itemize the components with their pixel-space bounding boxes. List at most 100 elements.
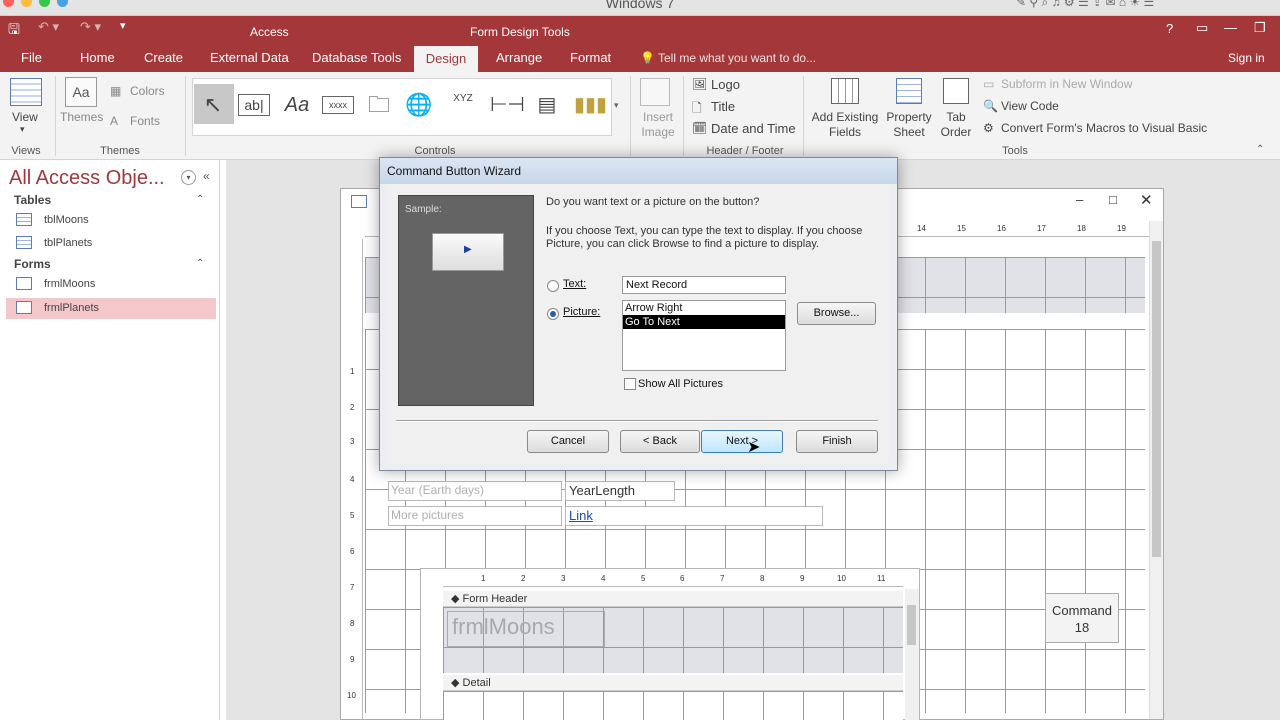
sign-in-link[interactable]: Sign in <box>1228 51 1265 65</box>
chart-icon[interactable]: ▮▮▮ <box>574 90 607 120</box>
tab-external-data[interactable]: External Data <box>210 50 289 65</box>
property-sheet-button[interactable]: Property Sheet <box>884 110 934 140</box>
subform-title-label[interactable]: frmlMoons <box>447 611 605 647</box>
picture-list-item[interactable]: Arrow Right <box>623 301 785 315</box>
text-value-input[interactable]: Next Record <box>622 276 786 294</box>
app-name: Access <box>250 25 289 39</box>
minimize-icon[interactable]: — <box>1224 20 1237 35</box>
field-label-more-pictures[interactable]: More pictures <box>388 506 562 526</box>
scrollbar-thumb[interactable] <box>1152 241 1161 557</box>
textbox-icon[interactable]: ab| <box>238 94 270 116</box>
view-icon[interactable] <box>10 78 42 106</box>
subform-scrollbar[interactable] <box>905 589 919 720</box>
colors-button[interactable]: Colors <box>130 84 165 98</box>
form-maximize-icon[interactable]: □ <box>1109 192 1117 207</box>
field-label-year[interactable]: Year (Earth days) <box>388 481 562 501</box>
customize-qat-icon[interactable]: ▾ <box>120 19 126 32</box>
nav-item-tblplanets[interactable]: tblPlanets <box>6 233 216 254</box>
nav-section-tables[interactable]: Tables <box>14 193 51 207</box>
command-18-button[interactable]: Command 18 <box>1045 593 1119 643</box>
add-existing-fields-button[interactable]: Add Existing Fields <box>811 110 879 140</box>
themes-button[interactable]: Themes <box>60 110 103 124</box>
next-button[interactable]: Next > <box>701 430 783 453</box>
tell-me-box[interactable]: Tell me what you want to do... <box>658 51 816 65</box>
save-icon[interactable]: 🖫 <box>8 19 20 43</box>
restore-icon[interactable]: ❐ <box>1254 20 1266 36</box>
themes-icon[interactable]: Aa <box>65 77 97 107</box>
collapse-ribbon-icon[interactable]: ⌃ <box>1256 144 1264 155</box>
os-window-title: Windows 7 <box>605 0 675 11</box>
tab-create[interactable]: Create <box>144 50 183 65</box>
collapse-forms-icon[interactable]: ⌃ <box>196 258 204 269</box>
undo-icon[interactable]: ↶ ▾ <box>38 19 59 35</box>
nav-section-forms[interactable]: Forms <box>14 257 51 271</box>
help-button[interactable]: ? <box>1166 21 1173 36</box>
header-footer-group-label: Header / Footer <box>706 145 784 157</box>
form-vertical-scrollbar[interactable] <box>1149 221 1163 719</box>
view-button[interactable]: View <box>12 110 38 124</box>
gallery-more-icon[interactable]: ▾ <box>614 100 619 111</box>
minimize-traffic-light[interactable] <box>21 0 32 7</box>
logo-button[interactable]: Logo <box>711 77 740 92</box>
subform-frmlmoons[interactable]: 1 2 3 4 5 6 7 8 9 10 11 ◆ Form Header fr… <box>420 568 920 720</box>
navigation-control-icon[interactable]: XYZ <box>448 84 478 114</box>
ribbon: View ▾ Views Aa Themes ▦ Colors A Fonts … <box>0 72 1280 160</box>
hyperlink-icon[interactable]: 🌐 <box>404 90 434 120</box>
picture-option-label[interactable]: Picture: <box>563 306 600 318</box>
picture-list-item-selected[interactable]: Go To Next <box>623 315 785 329</box>
nav-item-tblmoons[interactable]: tblMoons <box>6 210 216 231</box>
insert-image-icon[interactable] <box>640 78 670 106</box>
ribbon-display-icon[interactable]: ▭ <box>1196 20 1208 36</box>
tab-arrange[interactable]: Arrange <box>496 50 542 65</box>
select-pointer-icon[interactable]: ↖ <box>198 90 228 120</box>
fonts-icon[interactable]: A <box>110 114 118 128</box>
convert-macros-button[interactable]: Convert Form's Macros to Visual Basic <box>1001 121 1207 135</box>
button-icon[interactable]: xxxx <box>322 96 354 114</box>
finish-button[interactable]: Finish <box>796 430 878 453</box>
shutter-bar-icon[interactable]: « <box>203 169 210 183</box>
subform-header-bar[interactable]: ◆ Form Header <box>443 591 903 607</box>
cancel-button[interactable]: Cancel <box>527 430 609 453</box>
page-break-icon[interactable]: ⊢⊣ <box>490 90 525 120</box>
text-radio[interactable] <box>547 280 559 292</box>
colors-icon[interactable]: ▦ <box>110 84 121 98</box>
tab-control-icon[interactable]: 🗀 <box>364 90 394 120</box>
tab-database-tools[interactable]: Database Tools <box>312 50 401 65</box>
tab-home[interactable]: Home <box>80 50 115 65</box>
text-option-label[interactable]: Text: <box>563 278 586 290</box>
redo-icon[interactable]: ↷ ▾ <box>80 19 101 35</box>
subform-new-window-button[interactable]: Subform in New Window <box>1001 77 1132 91</box>
picture-list[interactable]: Arrow Right Go To Next <box>622 300 786 371</box>
picture-radio[interactable] <box>547 308 559 320</box>
collapse-tables-icon[interactable]: ⌃ <box>196 194 204 205</box>
tab-design[interactable]: Design <box>414 46 478 72</box>
close-traffic-light[interactable] <box>3 0 14 7</box>
nav-menu-chevron-icon[interactable]: ▾ <box>181 170 196 185</box>
tab-file[interactable]: File <box>21 50 42 65</box>
textbox-yearlength[interactable]: YearLength <box>565 481 675 501</box>
zoom-traffic-light[interactable] <box>39 0 50 7</box>
back-button[interactable]: < Back <box>620 430 700 453</box>
date-time-button[interactable]: Date and Time <box>711 121 796 136</box>
title-button[interactable]: Title <box>711 99 735 114</box>
show-all-pictures-checkbox[interactable] <box>624 378 636 390</box>
nav-item-frmlplanets[interactable]: frmlPlanets <box>6 298 216 319</box>
share-traffic-light[interactable] <box>57 0 68 7</box>
web-browser-icon[interactable]: ▤ <box>532 90 562 120</box>
hyperlink-link[interactable]: Link <box>565 506 823 526</box>
insert-image-button[interactable]: Insert Image <box>640 110 676 140</box>
scrollbar-thumb[interactable] <box>907 605 916 645</box>
nav-pane-title[interactable]: All Access Obje... <box>9 167 165 190</box>
form-close-icon[interactable]: ✕ <box>1140 191 1153 209</box>
show-all-pictures-label[interactable]: Show All Pictures <box>638 378 723 390</box>
view-code-button[interactable]: View Code <box>1001 99 1059 113</box>
nav-item-frmlmoons[interactable]: frmlMoons <box>6 274 216 295</box>
browse-button[interactable]: Browse... <box>797 302 876 325</box>
fonts-button[interactable]: Fonts <box>130 114 160 128</box>
form-minimize-icon[interactable]: – <box>1076 192 1083 207</box>
label-icon[interactable]: Aa <box>282 90 312 120</box>
tab-format[interactable]: Format <box>570 50 611 65</box>
tab-order-button[interactable]: Tab Order <box>938 110 974 140</box>
subform-detail-bar[interactable]: ◆ Detail <box>443 675 903 691</box>
title-icon: 🗋 <box>692 101 702 115</box>
